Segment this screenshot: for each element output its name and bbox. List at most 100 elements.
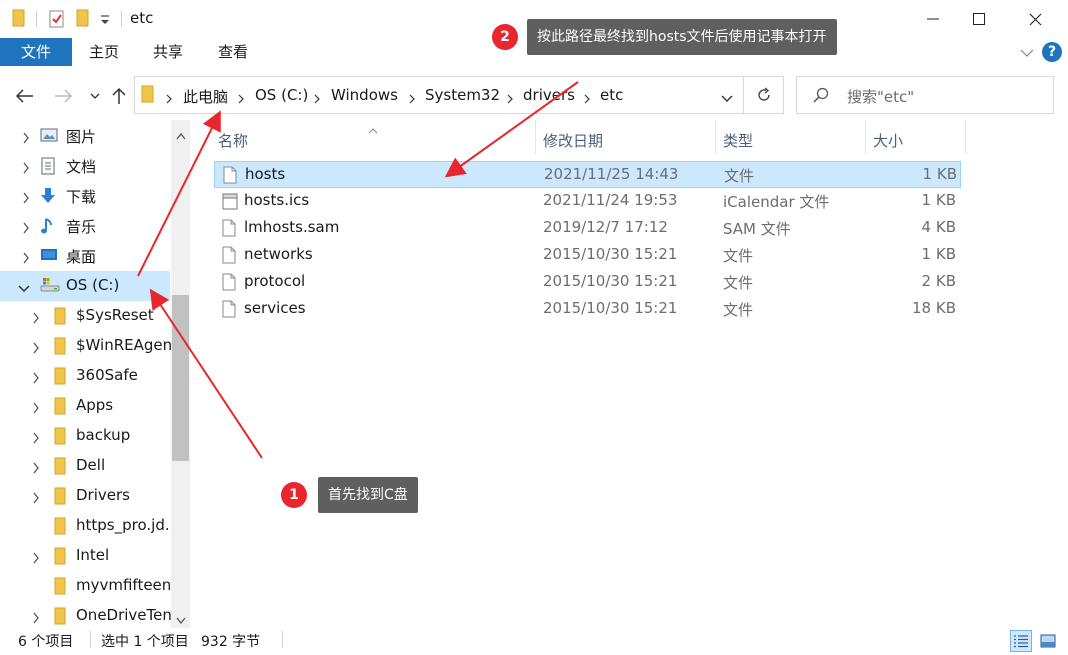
chevron-right-icon[interactable]	[32, 310, 40, 328]
column-header-type[interactable]: 类型	[718, 126, 864, 158]
sidebar-item[interactable]: https_pro.jd.	[0, 511, 170, 541]
up-button[interactable]	[108, 85, 130, 107]
file-list: 名称 修改日期 类型 大小 hosts 2021/11/25 14:43 文件 1 K…	[196, 120, 1068, 628]
chevron-right-icon[interactable]	[408, 90, 416, 108]
recent-locations-button[interactable]	[84, 85, 106, 107]
sidebar-item[interactable]: Apps	[0, 391, 170, 421]
search-input[interactable]: 搜索"etc"	[847, 86, 914, 107]
folder-icon	[54, 367, 72, 385]
scrollbar-thumb[interactable]	[172, 295, 189, 461]
file-type: SAM 文件	[723, 220, 791, 238]
sidebar-item-label: myvmfifteen	[76, 576, 172, 594]
file-row[interactable]: lmhosts.sam 2019/12/7 17:12 SAM 文件 4 KB	[214, 215, 961, 242]
close-button[interactable]	[1012, 0, 1058, 38]
sidebar-item[interactable]: 音乐	[0, 211, 170, 241]
maximize-button[interactable]	[956, 0, 1002, 38]
chevron-right-icon[interactable]	[237, 90, 245, 108]
new-folder-icon[interactable]	[76, 9, 90, 29]
sidebar-item[interactable]: backup	[0, 421, 170, 451]
file-row[interactable]: hosts 2021/11/25 14:43 文件 1 KB	[214, 161, 961, 188]
chevron-right-icon[interactable]	[32, 370, 40, 388]
breadcrumb-etc[interactable]: etc	[600, 86, 623, 104]
chevron-right-icon[interactable]	[506, 90, 514, 108]
chevron-right-icon[interactable]	[32, 610, 40, 628]
chevron-down-icon[interactable]	[18, 280, 30, 298]
sidebar-item[interactable]: 文档	[0, 151, 170, 181]
refresh-button[interactable]	[744, 76, 784, 114]
tab-view[interactable]: 查看	[209, 38, 257, 66]
chevron-right-icon[interactable]	[32, 490, 40, 508]
tab-file[interactable]: 文件	[0, 38, 72, 66]
breadcrumb-this-pc[interactable]: 此电脑	[183, 86, 228, 107]
chevron-right-icon[interactable]	[22, 190, 30, 208]
tab-home[interactable]: 主页	[80, 38, 128, 66]
breadcrumb-windows[interactable]: Windows	[331, 86, 398, 104]
properties-icon[interactable]	[48, 9, 66, 29]
sidebar-item[interactable]: $SysReset	[0, 301, 170, 331]
sidebar-item[interactable]: 图片	[0, 121, 170, 151]
sidebar-item[interactable]: $WinREAgen	[0, 331, 172, 361]
music-icon	[40, 217, 58, 235]
sidebar-scrollbar[interactable]	[171, 120, 190, 628]
file-type: 文件	[723, 301, 754, 319]
scroll-down-icon[interactable]	[176, 610, 186, 628]
chevron-right-icon[interactable]	[313, 90, 321, 108]
file-modified: 2019/12/7 17:12	[543, 218, 668, 236]
chevron-right-icon[interactable]	[583, 90, 591, 108]
chevron-right-icon[interactable]	[22, 130, 30, 148]
file-name: hosts	[245, 165, 286, 183]
navigation-pane: 图片文档下载音乐 桌面 OS (C:) $SysReset $WinREAgen 360S…	[0, 120, 190, 628]
file-type: 文件	[723, 274, 754, 292]
large-icons-view-button[interactable]	[1037, 630, 1059, 652]
breadcrumb-drivers[interactable]: drivers	[523, 86, 575, 104]
details-view-button[interactable]	[1010, 630, 1032, 652]
address-history-dropdown-icon[interactable]	[721, 89, 733, 107]
scroll-up-icon[interactable]	[176, 126, 186, 144]
customize-toolbar-icon[interactable]	[100, 12, 110, 32]
chevron-right-icon[interactable]	[32, 340, 40, 358]
sidebar-item-label: 图片	[66, 128, 97, 146]
column-header-size[interactable]: 大小	[868, 126, 964, 158]
chevron-right-icon[interactable]	[32, 550, 40, 568]
column-header-modified[interactable]: 修改日期	[538, 126, 718, 158]
sidebar-item[interactable]: OneDriveTen	[0, 601, 172, 628]
tab-share[interactable]: 共享	[144, 38, 192, 66]
column-header-name[interactable]: 名称	[214, 126, 540, 158]
file-row[interactable]: protocol 2015/10/30 15:21 文件 2 KB	[214, 269, 961, 296]
chevron-right-icon[interactable]	[32, 400, 40, 418]
sidebar-item[interactable]: 下载	[0, 181, 170, 211]
status-bar: 6 个项目 选中 1 个项目 932 字节	[0, 628, 1068, 655]
file-name: networks	[244, 245, 313, 263]
chevron-right-icon[interactable]	[22, 250, 30, 268]
sidebar-item[interactable]: OS (C:)	[0, 271, 170, 301]
minimize-button[interactable]	[910, 0, 956, 38]
address-bar[interactable]: 此电脑 OS (C:) Windows System32 drivers etc	[134, 76, 744, 114]
file-row[interactable]: hosts.ics 2021/11/24 19:53 iCalendar 文件 1 K…	[214, 188, 961, 215]
sidebar-item-label: 下载	[66, 188, 97, 206]
forward-button[interactable]	[52, 85, 74, 107]
back-button[interactable]	[14, 85, 36, 107]
file-size: 18 KB	[912, 299, 956, 317]
help-icon[interactable]: ?	[1042, 42, 1062, 62]
chevron-right-icon[interactable]	[32, 430, 40, 448]
chevron-right-icon[interactable]	[165, 90, 173, 108]
file-row[interactable]: services 2015/10/30 15:21 文件 18 KB	[214, 296, 961, 323]
sidebar-item[interactable]: Dell	[0, 451, 170, 481]
breadcrumb-os-c[interactable]: OS (C:)	[255, 86, 308, 104]
file-row[interactable]: networks 2015/10/30 15:21 文件 1 KB	[214, 242, 961, 269]
sidebar-item[interactable]: Drivers	[0, 481, 170, 511]
sidebar-item[interactable]: Intel	[0, 541, 170, 571]
file-modified: 2021/11/25 14:43	[544, 165, 679, 183]
file-icon	[222, 219, 236, 241]
chevron-right-icon[interactable]	[22, 160, 30, 178]
sidebar-item[interactable]: myvmfifteen	[0, 571, 172, 601]
sidebar-item[interactable]: 360Safe	[0, 361, 170, 391]
chevron-right-icon[interactable]	[22, 220, 30, 238]
sidebar-item[interactable]: 桌面	[0, 241, 170, 271]
breadcrumb-system32[interactable]: System32	[425, 86, 500, 104]
sidebar-item-label: Drivers	[76, 486, 130, 504]
chevron-right-icon[interactable]	[32, 460, 40, 478]
folder-icon	[54, 577, 72, 595]
search-box[interactable]: 搜索"etc"	[796, 76, 1054, 114]
expand-ribbon-icon[interactable]	[1020, 44, 1034, 62]
